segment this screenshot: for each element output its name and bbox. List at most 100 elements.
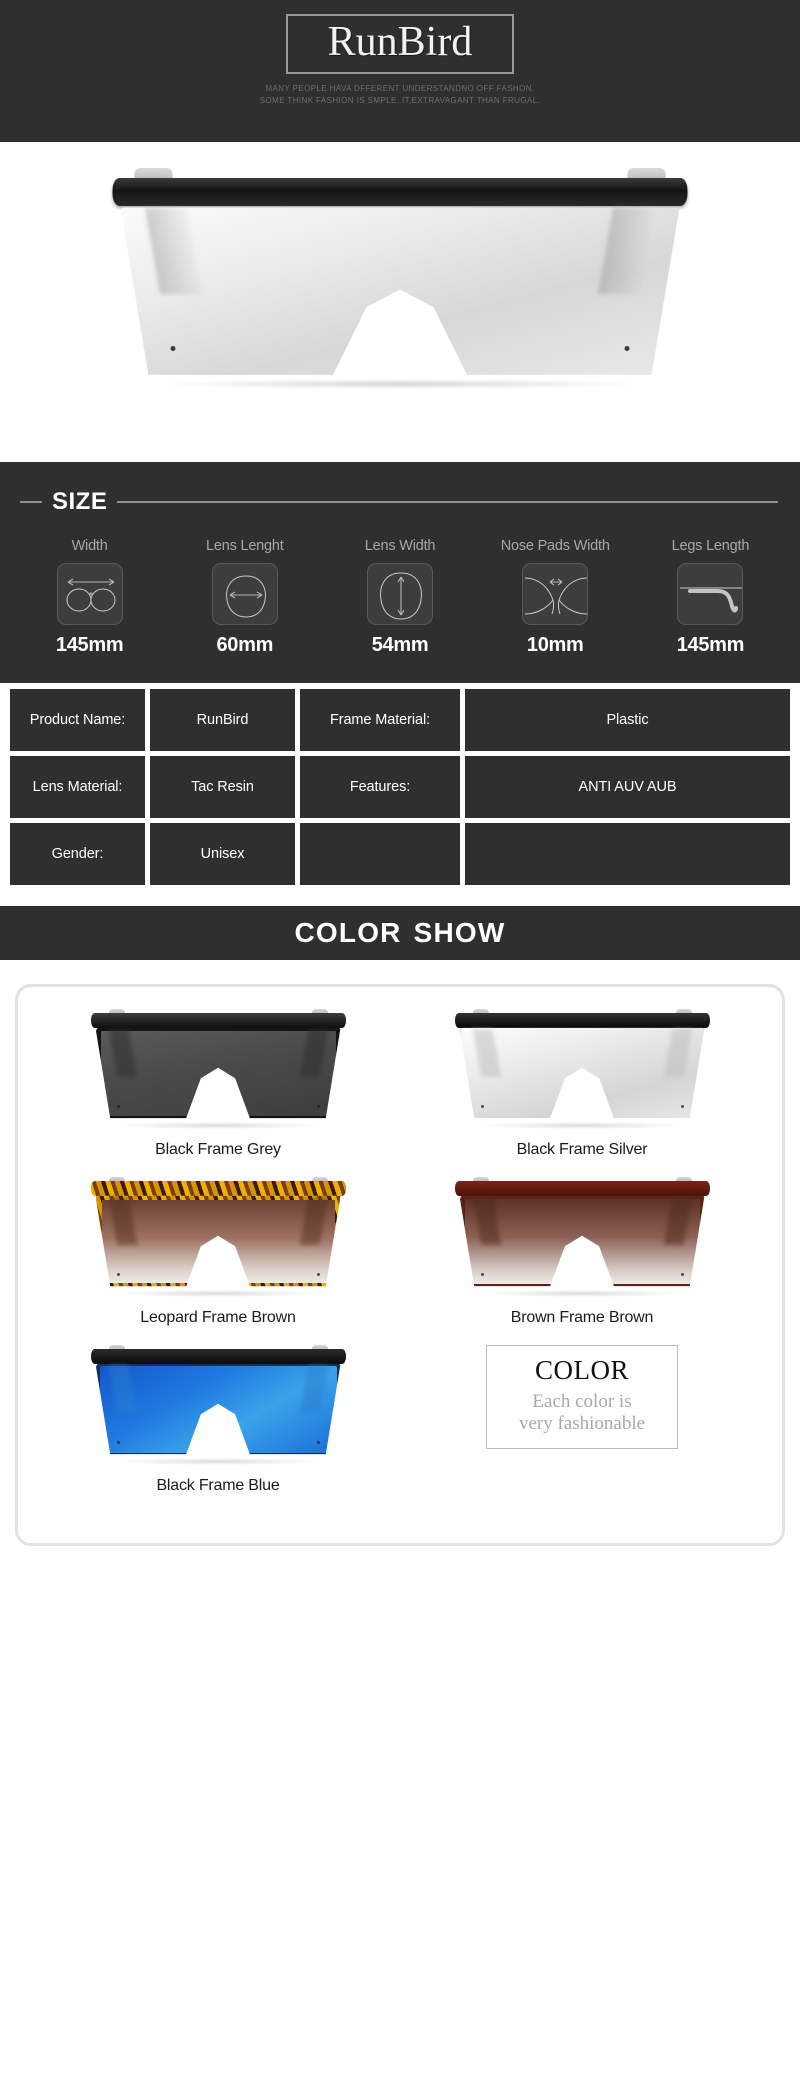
rivet-left-icon (480, 1273, 484, 1276)
size-label: Legs Length (671, 538, 750, 554)
product-shadow (118, 1290, 318, 1297)
glasses-width-icon (56, 563, 123, 625)
frame-top-bar (112, 178, 688, 206)
product-shadow (482, 1290, 682, 1297)
frame-top-bar (90, 1181, 346, 1196)
lens-shield (120, 207, 680, 375)
color-variant-brown-frame-brown[interactable]: Brown Frame Brown (400, 1177, 764, 1327)
color-show-title: COLOR SHOW (294, 917, 505, 949)
size-value: 10mm (526, 634, 584, 656)
variant-label: Leopard Frame Brown (140, 1309, 296, 1326)
variant-label: Black Frame Grey (155, 1141, 281, 1158)
specification-table: Product Name: RunBird Frame Material: Pl… (0, 683, 800, 900)
brand-banner: RunBird MANY PEOPLE HAVA DFFERENT UNDERS… (0, 0, 800, 142)
size-value: 54mm (371, 634, 429, 656)
spec-label-features: Features: (300, 756, 460, 818)
color-badge-subtitle-line-2: very fashionable (518, 1412, 646, 1434)
product-shadow (118, 1122, 318, 1129)
color-show-banner: COLOR SHOW (0, 906, 800, 960)
product-shadow (482, 1122, 682, 1129)
spec-label-gender: Gender: (10, 823, 145, 885)
brand-logo-box: RunBird (285, 14, 515, 75)
size-spec-legs-length: Legs Length 145mm (633, 538, 788, 657)
legs-length-icon (677, 563, 744, 625)
size-value: 145mm (55, 634, 124, 656)
color-show-word-1: COLOR (294, 917, 402, 948)
color-variant-black-frame-grey[interactable]: Black Frame Grey (36, 1009, 400, 1159)
spec-value-lens-material: Tac Resin (150, 756, 295, 818)
rivet-right-icon (680, 1105, 684, 1108)
color-badge-title: COLOR (534, 1355, 629, 1385)
spec-cell-empty (465, 823, 790, 885)
frame-top-bar (90, 1349, 346, 1364)
tagline-line-2: SOME THINK FASHION IS SMPLE. IT,EXTRAVAG… (259, 95, 541, 105)
rivet-left-icon (116, 1441, 120, 1444)
table-row: Product Name: RunBird Frame Material: Pl… (10, 689, 790, 751)
size-section-title: SIZE (52, 488, 108, 515)
rivet-right-icon (680, 1273, 684, 1276)
table-row: Gender: Unisex (10, 823, 790, 885)
variant-image (90, 1345, 346, 1465)
color-badge-subtitle-line-1: Each color is (532, 1390, 632, 1412)
spec-value-frame-material: Plastic (465, 689, 790, 751)
variant-image (90, 1177, 346, 1297)
frame-top-bar (454, 1181, 710, 1196)
rivet-left-icon (116, 1105, 120, 1108)
variant-label: Brown Frame Brown (510, 1309, 654, 1326)
size-header-dash (20, 501, 42, 503)
rivet-left-icon (116, 1273, 120, 1276)
size-label: Nose Pads Width (500, 538, 610, 554)
lens-length-icon (211, 563, 278, 625)
color-variant-black-frame-blue[interactable]: Black Frame Blue (36, 1345, 400, 1495)
rivet-left-icon (480, 1105, 484, 1108)
product-detail-page: RunBird MANY PEOPLE HAVA DFFERENT UNDERS… (0, 0, 800, 1546)
size-value: 60mm (216, 634, 274, 656)
size-spec-lens-width: Lens Width 54mm (322, 538, 477, 657)
spec-label-product-name: Product Name: (10, 689, 145, 751)
variant-image (454, 1177, 710, 1297)
size-label: Lens Width (364, 538, 436, 554)
size-spec-grid: Width 145mm Lens Lenght 60mm Lens Width … (0, 538, 800, 657)
color-variant-black-frame-silver[interactable]: Black Frame Silver (400, 1009, 764, 1159)
color-badge: COLOR Each color is very fashionable (486, 1345, 678, 1450)
size-section: SIZE Width 145mm Lens Lenght 60mm Lens W… (0, 462, 800, 683)
rivet-right-icon (316, 1273, 320, 1276)
variant-image (454, 1009, 710, 1129)
color-variant-leopard-frame-brown[interactable]: Leopard Frame Brown (36, 1177, 400, 1327)
frame-top-bar (454, 1013, 710, 1028)
size-spec-nose-pads-width: Nose Pads Width 10mm (478, 538, 633, 657)
color-badge-cell: COLOR Each color is very fashionable (400, 1345, 764, 1495)
size-value: 145mm (676, 634, 745, 656)
size-label: Lens Lenght (205, 538, 284, 554)
spec-value-gender: Unisex (150, 823, 295, 885)
product-shadow (165, 379, 635, 389)
hero-product-image (0, 142, 800, 462)
brand-tagline: MANY PEOPLE HAVA DFFERENT UNDERSTANDNO O… (260, 83, 540, 106)
spec-label-frame-material: Frame Material: (300, 689, 460, 751)
size-spec-lens-length: Lens Lenght 60mm (167, 538, 322, 657)
tagline-line-1: MANY PEOPLE HAVA DFFERENT UNDERSTANDNO O… (265, 84, 535, 94)
variant-image (90, 1009, 346, 1129)
product-shadow (118, 1458, 318, 1465)
color-variant-grid: Black Frame Grey Black Frame Silver Leop… (36, 1009, 764, 1513)
color-badge-subtitle: Each color is very fashionable (495, 1391, 669, 1435)
size-spec-width: Width 145mm (12, 538, 167, 657)
spec-value-features: ANTI AUV AUB (465, 756, 790, 818)
brand-name: RunBird (327, 19, 473, 65)
size-section-header: SIZE (0, 488, 800, 516)
table-row: Lens Material: Tac Resin Features: ANTI … (10, 756, 790, 818)
spec-value-product-name: RunBird (150, 689, 295, 751)
variant-label: Black Frame Silver (516, 1141, 648, 1158)
size-label: Width (71, 538, 108, 554)
color-show-word-2: SHOW (413, 917, 506, 948)
variant-label: Black Frame Blue (156, 1477, 280, 1494)
rivet-left-icon (170, 346, 176, 351)
spec-cell-empty (300, 823, 460, 885)
spec-label-lens-material: Lens Material: (10, 756, 145, 818)
nose-pads-width-icon (522, 563, 589, 625)
rivet-right-icon (624, 346, 630, 351)
rivet-right-icon (316, 1441, 320, 1444)
frame-top-bar (90, 1013, 346, 1028)
lens-width-icon (367, 563, 433, 625)
color-show-panel: Black Frame Grey Black Frame Silver Leop… (15, 984, 785, 1546)
